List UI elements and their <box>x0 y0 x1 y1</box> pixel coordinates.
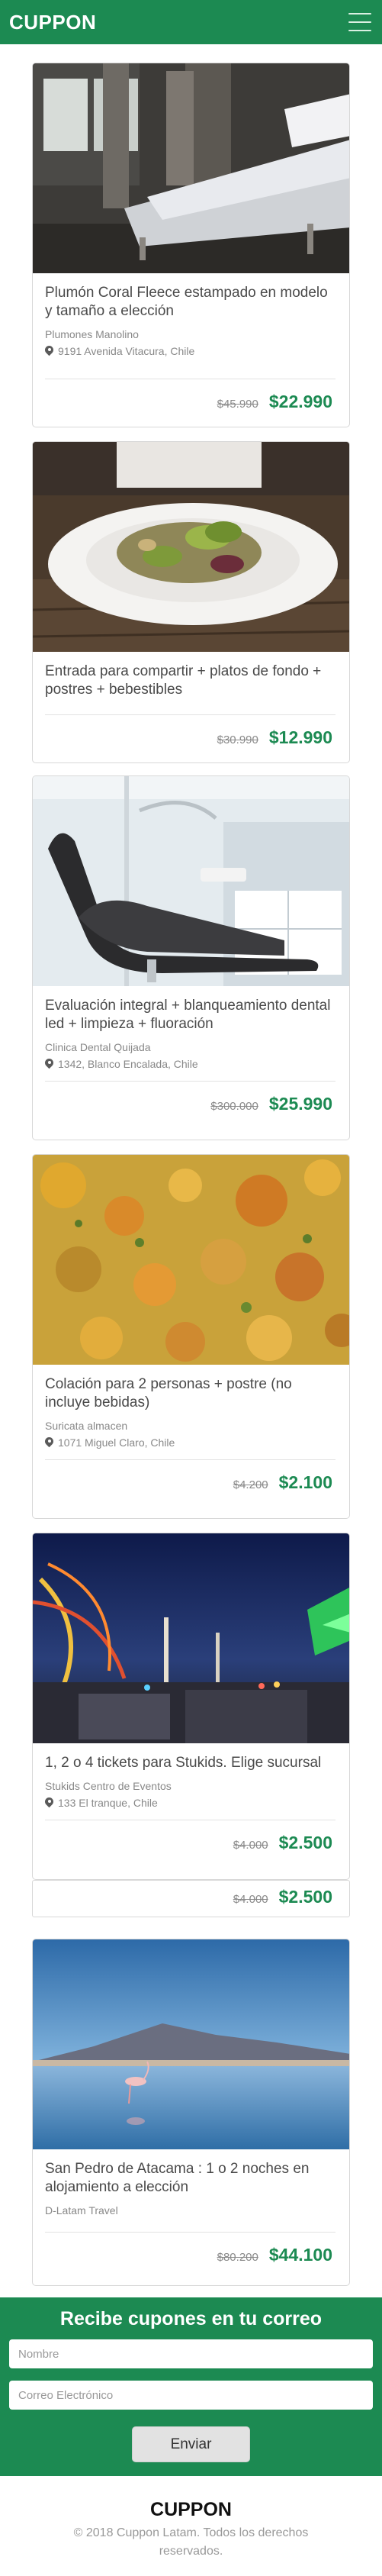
deal-card[interactable]: Entrada para compartir + platos de fondo… <box>32 441 350 763</box>
salad-plate-photo[interactable] <box>33 442 349 652</box>
new-price: $22.990 <box>268 392 332 411</box>
deals-list: Plumón Coral Fleece estampado en modelo … <box>0 44 382 2286</box>
new-price: $2.100 <box>278 1472 332 1492</box>
deal-prices: $45.990 $22.990 <box>45 379 335 427</box>
logo[interactable]: CUPPON <box>9 11 96 34</box>
deal-merchant: D-Latam Travel <box>45 2204 118 2217</box>
deal-prices: $4.200 $2.100 <box>45 1460 335 1510</box>
flamingo-lake-photo[interactable] <box>33 1939 349 2149</box>
deal-card[interactable]: San Pedro de Atacama : 1 o 2 noches en a… <box>32 1939 350 2286</box>
map-pin-icon <box>45 1059 53 1069</box>
deal-address: 1342, Blanco Encalada, Chile <box>45 1058 335 1070</box>
deal-title[interactable]: Plumón Coral Fleece estampado en modelo … <box>45 284 335 321</box>
old-price: $4.200 <box>233 1478 268 1491</box>
deal-title[interactable]: San Pedro de Atacama : 1 o 2 noches en a… <box>45 2160 335 2197</box>
deal-merchant: Plumones Manolino <box>45 328 139 340</box>
deal-merchant: Suricata almacen <box>45 1420 128 1432</box>
hamburger-menu-icon[interactable] <box>348 13 371 31</box>
deal-prices: $30.990 $12.990 <box>45 715 335 762</box>
deal-address: 1071 Miguel Claro, Chile <box>45 1436 335 1449</box>
deal-card[interactable]: Colación para 2 personas + postre (no in… <box>32 1154 350 1519</box>
deal-prices: $300.000 $25.990 <box>45 1082 335 1131</box>
deal-prices: $80.200 $44.100 <box>45 2233 335 2282</box>
deal-title[interactable]: Evaluación integral + blanqueamiento den… <box>45 997 335 1033</box>
new-price: $25.990 <box>268 1094 332 1114</box>
new-price: $2.500 <box>278 1887 332 1907</box>
deal-prices: $4.000 $2.500 <box>45 1820 335 1870</box>
old-price: $4.000 <box>233 1839 268 1852</box>
footer-logo[interactable]: CUPPON <box>0 2499 382 2521</box>
deal-merchant: Stukids Centro de Eventos <box>45 1780 172 1792</box>
deal-card[interactable]: Plumón Coral Fleece estampado en modelo … <box>32 63 350 427</box>
page: CUPPON Plumón Coral Fleece estampado en … <box>0 0 382 2576</box>
new-price: $12.990 <box>268 727 332 747</box>
map-pin-icon <box>45 1797 53 1808</box>
newsletter-title: Recibe cupones en tu correo <box>59 2308 323 2329</box>
deal-title[interactable]: Entrada para compartir + platos de fondo… <box>45 663 335 699</box>
dental-chair-photo[interactable] <box>33 776 349 986</box>
top-navbar: CUPPON <box>0 0 382 44</box>
name-field[interactable] <box>9 2339 373 2368</box>
old-price: $80.200 <box>217 2251 258 2264</box>
bedroom-bed-photo[interactable] <box>33 63 349 273</box>
old-price: $4.000 <box>233 1893 268 1906</box>
map-pin-icon <box>45 1437 53 1448</box>
old-price: $45.990 <box>217 398 258 411</box>
email-field[interactable] <box>9 2381 373 2410</box>
deal-title[interactable]: Colación para 2 personas + postre (no in… <box>45 1375 335 1412</box>
submit-button[interactable]: Enviar <box>132 2426 250 2462</box>
vegetable-stew-photo[interactable] <box>33 1155 349 1365</box>
map-pin-icon <box>45 346 53 356</box>
footer: CUPPON © 2018 Cuppon Latam. Todos los de… <box>0 2476 382 2576</box>
deal-address: 133 El tranque, Chile <box>45 1797 335 1809</box>
copyright-text: © 2018 Cuppon Latam. Todos los derechos … <box>73 2526 309 2558</box>
newsletter-signup: Recibe cupones en tu correo Enviar <box>0 2297 382 2476</box>
old-price: $300.000 <box>210 1100 258 1113</box>
new-price: $44.100 <box>268 2245 332 2265</box>
old-price: $30.990 <box>217 733 258 746</box>
deal-title[interactable]: 1, 2 o 4 tickets para Stukids. Elige suc… <box>45 1754 335 1772</box>
deal-card[interactable]: 1, 2 o 4 tickets para Stukids. Elige suc… <box>32 1533 350 1880</box>
new-price: $2.500 <box>278 1833 332 1852</box>
amusement-park-photo[interactable] <box>33 1533 349 1743</box>
extra-price-row[interactable]: $4.000 $2.500 <box>32 1880 350 1917</box>
deal-merchant: Clinica Dental Quijada <box>45 1041 151 1053</box>
deal-address: 9191 Avenida Vitacura, Chile <box>45 345 335 357</box>
deal-card[interactable]: Evaluación integral + blanqueamiento den… <box>32 775 350 1140</box>
